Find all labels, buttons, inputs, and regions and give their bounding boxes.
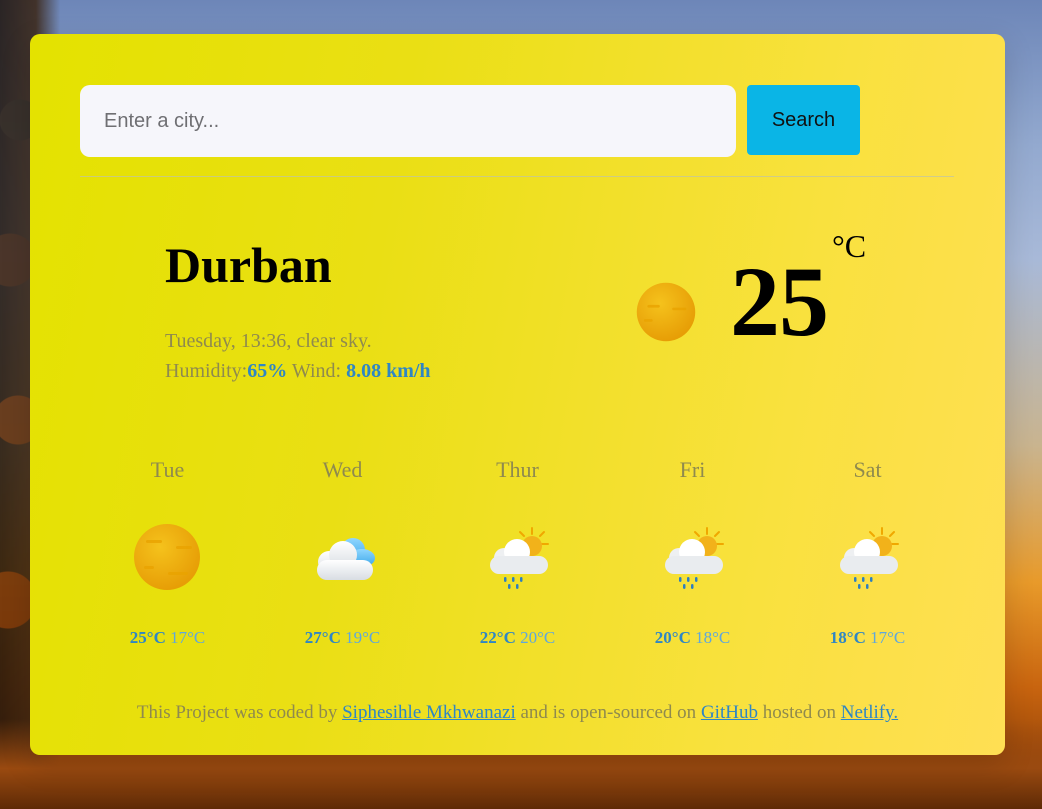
divider xyxy=(80,176,954,177)
weather-app-card: Search Durban Tuesday, 13:36, clear sky.… xyxy=(30,34,1005,755)
footer-text: and is open-sourced on xyxy=(520,702,697,723)
cloud-icon xyxy=(317,538,375,580)
search-input[interactable] xyxy=(80,85,736,157)
forecast-day-name: Sat xyxy=(853,457,882,482)
forecast-day: Sat 18°C 17°C xyxy=(780,454,955,654)
footer-text: hosted on xyxy=(762,702,837,723)
forecast-max-temp: 18°C xyxy=(829,628,866,647)
search-button[interactable]: Search xyxy=(747,85,860,155)
sun-rain-cloud-icon xyxy=(490,527,549,589)
forecast-temps: 27°C 19°C xyxy=(255,626,430,650)
forecast-day-name: Tue xyxy=(150,457,185,482)
humidity-value: 65% xyxy=(247,360,288,382)
sun-icon xyxy=(636,282,696,342)
forecast-max-temp: 20°C xyxy=(654,628,691,647)
forecast-day: Tue 25°C 17°C xyxy=(80,454,255,654)
footer: This Project was coded by Siphesihle Mkh… xyxy=(30,698,1005,728)
forecast-row: Tue 25°C 17°C Wed 27°C 19°C Thur 22°C 20… xyxy=(80,454,955,654)
forecast-day: Thur 22°C 20°C xyxy=(430,454,605,654)
humidity-label: Humidity: xyxy=(165,360,248,382)
search-form: Search xyxy=(80,85,860,157)
sun-rain-cloud-icon xyxy=(665,527,724,589)
wind-label: Wind: xyxy=(291,360,342,382)
current-date-description: Tuesday, 13:36, clear sky. xyxy=(165,330,372,352)
forecast-day: Wed 27°C 19°C xyxy=(255,454,430,654)
forecast-temps: 18°C 17°C xyxy=(780,626,955,650)
current-conditions: Humidity:65% Wind: 8.08 km/h xyxy=(165,356,431,386)
forecast-min-temp: 19°C xyxy=(345,628,381,647)
forecast-temps: 25°C 17°C xyxy=(80,626,255,650)
forecast-max-temp: 25°C xyxy=(129,628,166,647)
forecast-temps: 20°C 18°C xyxy=(605,626,780,650)
netlify-link[interactable]: Netlify. xyxy=(841,702,898,723)
forecast-day-name: Wed xyxy=(322,457,363,482)
current-temperature: 25 xyxy=(730,246,829,357)
forecast-day: Fri 20°C 18°C xyxy=(605,454,780,654)
temperature-unit-toggle[interactable]: °C xyxy=(832,226,866,266)
city-name: Durban xyxy=(165,237,332,293)
forecast-day-name: Thur xyxy=(496,457,539,482)
wind-value: 8.08 km/h xyxy=(346,360,431,382)
forecast-min-temp: 18°C xyxy=(695,628,731,647)
footer-text: This Project was coded by xyxy=(136,702,338,723)
forecast-min-temp: 17°C xyxy=(170,628,206,647)
current-details: Tuesday, 13:36, clear sky. Humidity:65% … xyxy=(165,326,431,386)
forecast-temps: 22°C 20°C xyxy=(430,626,605,650)
author-link[interactable]: Siphesihle Mkhwanazi xyxy=(342,702,516,723)
sun-icon xyxy=(134,524,200,590)
forecast-min-temp: 17°C xyxy=(870,628,906,647)
forecast-max-temp: 22°C xyxy=(479,628,516,647)
forecast-max-temp: 27°C xyxy=(304,628,341,647)
forecast-day-name: Fri xyxy=(679,457,706,482)
forecast-min-temp: 20°C xyxy=(520,628,556,647)
current-description: clear sky xyxy=(296,330,367,352)
sun-rain-cloud-icon xyxy=(840,527,899,589)
current-day-time: Tuesday, 13:36 xyxy=(165,330,287,352)
github-link[interactable]: GitHub xyxy=(701,702,758,723)
